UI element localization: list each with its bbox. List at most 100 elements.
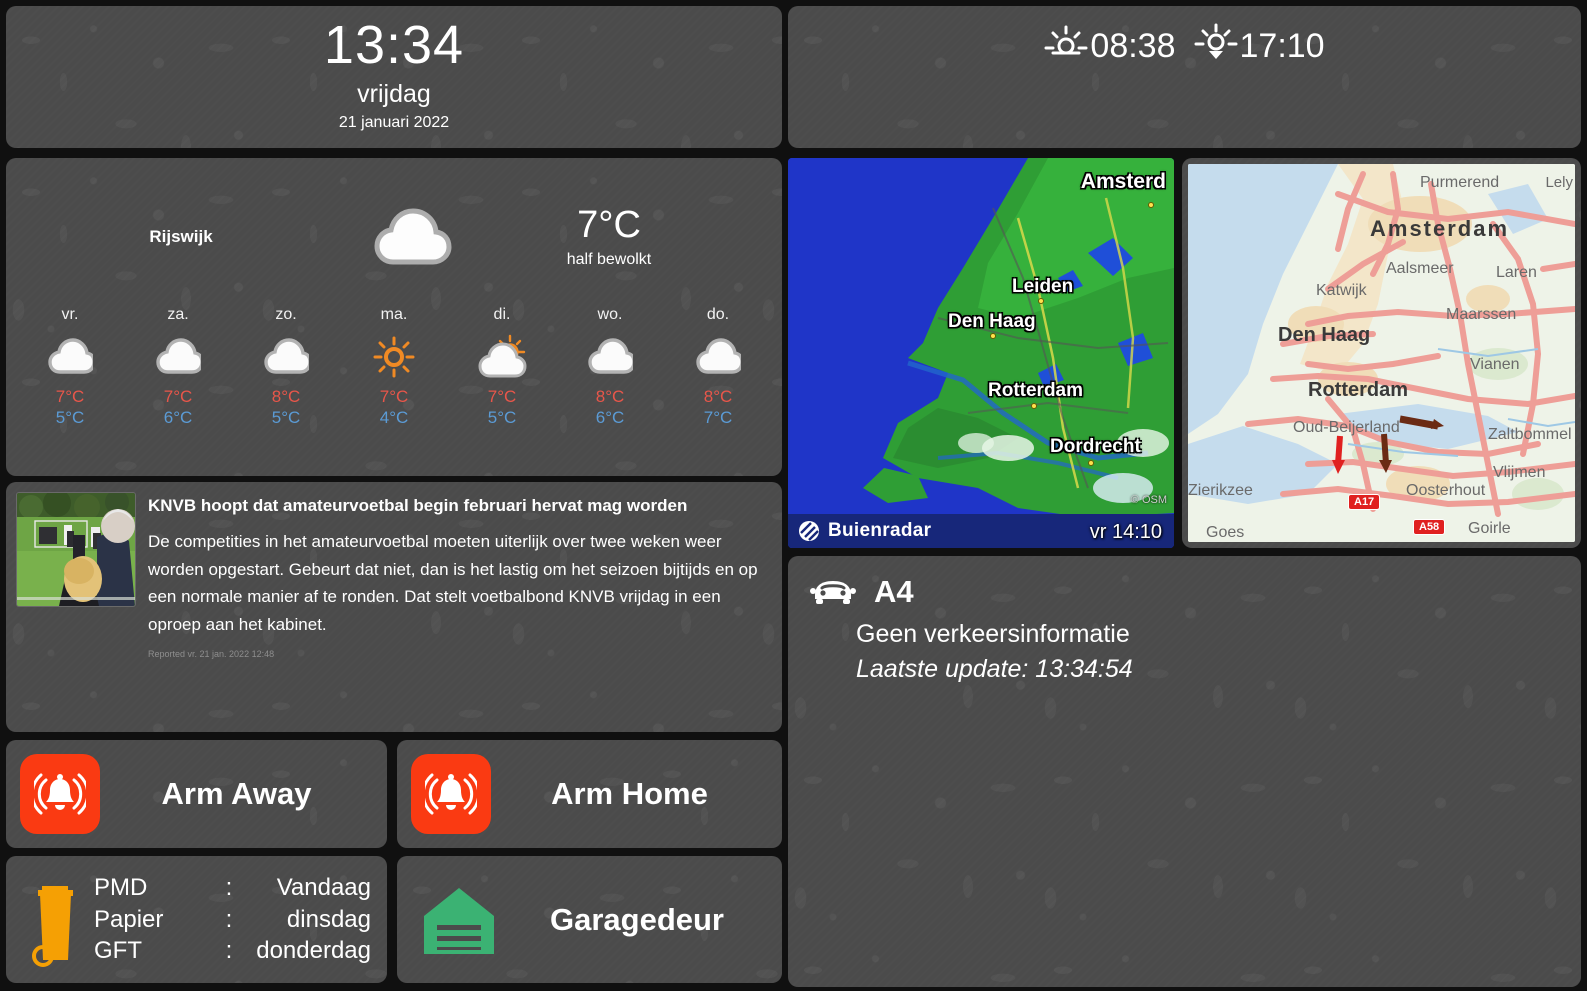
alarm-button-row: Arm Away Arm Home [6,740,782,848]
forecast-weekday: do. [706,306,730,323]
traffic-label-laren: Laren [1496,264,1537,281]
sun-icon [340,334,448,380]
forecast-weekday: zo. [275,306,297,323]
weather-description: half bewolkt [566,250,652,268]
buienradar-brand: Buienradar [828,520,932,541]
forecast-low: 5°C [271,408,301,428]
traffic-label-vlijmen: Vlijmen [1493,464,1546,481]
traffic-road-name: A4 [874,574,914,609]
radar-dot-rotterdam [1031,403,1037,409]
traffic-label-zierikzee: Zierikzee [1188,482,1253,499]
trash-separator: : [225,905,233,933]
sun-times-row: 08:38 17:10 [1044,22,1325,71]
traffic-label-goes: Goes [1206,524,1245,541]
trash-day: donderdag [256,937,371,965]
forecast-weekday: vr. [61,306,79,323]
trash-day: dinsdag [286,905,371,933]
cloud-icon [346,207,476,267]
traffic-label-rotterdam: Rotterdam [1308,379,1409,401]
trash-type: GFT [94,937,142,965]
forecast-day: zo. 8°C 5°C [232,306,340,429]
buienradar-panel[interactable]: Amsterd Leiden Den Haag Rotterdam Dordre… [788,158,1174,548]
forecast-day: do. 8°C 7°C [664,306,772,429]
traffic-label-zaltbommel: Zaltbommel [1488,426,1572,443]
trash-schedule-panel: PMD: Vandaag Papier: dinsdag GFT: donderdag [6,856,387,983]
sunrise-icon [1044,22,1088,71]
forecast-weekday: di. [493,306,511,323]
forecast-low: 6°C [163,408,193,428]
radar-city-rotterdam: Rotterdam [988,380,1084,401]
traffic-label-aalsmeer: Aalsmeer [1386,260,1454,277]
road-shield-a17: A17 [1348,494,1381,510]
traffic-label-amsterdam: Amsterdam [1370,216,1510,241]
arm-home-label: Arm Home [551,776,708,811]
radar-city-dordrecht: Dordrecht [1050,436,1141,457]
trash-day: Vandaag [276,873,371,901]
trash-schedule-row: PMD: Vandaag [94,872,377,904]
traffic-label-oud-beijerland: Oud-Beijerland [1293,419,1400,436]
forecast-weekday: ma. [380,306,408,323]
trash-schedule-row: Papier: dinsdag [94,904,377,936]
traffic-last-update: Laatste update: 13:34:54 [856,655,1133,683]
forecast-low: 5°C [487,408,517,428]
news-panel: KNVB hoopt dat amateurvoetbal begin febr… [6,482,782,732]
clock-date: 21 januari 2022 [338,114,450,132]
trash-separator: : [225,937,233,965]
garage-door-button[interactable]: Garagedeur [397,856,782,983]
osm-attribution: © OSM [1130,494,1167,506]
utility-row: PMD: Vandaag Papier: dinsdag GFT: donderdag G… [6,856,782,983]
radar-dot-den-haag [990,333,996,339]
sun-cloud-icon [448,334,556,380]
news-body: KNVB hoopt dat amateurvoetbal begin febr… [148,492,772,722]
right-column: 08:38 17:10 Amsterd Leiden Den Haag Rott… [788,6,1581,987]
forecast-day: za. 7°C 6°C [124,306,232,429]
arm-home-button[interactable]: Arm Home [397,740,782,848]
sunset-time: 17:10 [1239,27,1325,65]
forecast-day: vr. 7°C 5°C [16,306,124,429]
forecast-low: 6°C [595,408,625,428]
arm-away-button[interactable]: Arm Away [6,740,387,848]
forecast-low: 4°C [379,408,409,428]
news-text: De competities in het amateurvoetbal moe… [148,532,758,634]
trash-schedule-row: GFT: donderdag [94,935,377,967]
forecast-high: 8°C [703,387,733,406]
forecast-high: 7°C [163,387,193,406]
forecast-row: vr. 7°C 5°C za. 7°C 6°C zo. 8°C 5°C ma. 7°C 4°C di. 7… [16,306,772,429]
car-icon [810,575,856,610]
forecast-day: di. 7°C 5°C [448,306,556,429]
maps-row: Amsterd Leiden Den Haag Rotterdam Dordre… [788,158,1581,548]
forecast-day: ma. 7°C 4°C [340,306,448,429]
traffic-info-header: A4 [810,574,1559,610]
traffic-map-panel[interactable]: Purmerend Lely Amsterdam Aalsmeer Laren … [1182,158,1581,548]
forecast-weekday: za. [167,306,189,323]
sunset-icon [1194,22,1238,71]
trash-type: Papier [94,905,164,933]
trash-schedule-list: PMD: Vandaag Papier: dinsdag GFT: donderdag [94,872,377,968]
clock-panel: 13:34 vrijdag 21 januari 2022 [6,6,782,148]
trash-type: PMD [94,873,148,901]
road-shield-a58: A58 [1413,519,1446,535]
traffic-label-den-haag: Den Haag [1278,324,1371,346]
radar-city-leiden: Leiden [1012,276,1074,297]
alarm-bell-icon [20,754,100,834]
dashboard-root: 13:34 vrijdag 21 januari 2022 Rijswijk 7… [0,0,1587,991]
garage-door-icon [411,882,506,958]
forecast-weekday: wo. [597,306,623,323]
cloud-icon [232,334,340,380]
traffic-map-canvas: Purmerend Lely Amsterdam Aalsmeer Laren … [1188,164,1575,542]
trash-separator: : [225,873,233,901]
forecast-high: 8°C [595,387,625,406]
forecast-day: wo. 8°C 6°C [556,306,664,429]
arm-away-label: Arm Away [161,776,312,811]
radar-dot-leiden [1038,298,1044,304]
forecast-low: 7°C [703,408,733,428]
news-title: KNVB hoopt dat amateurvoetbal begin febr… [148,496,688,515]
radar-city-den-haag: Den Haag [948,311,1036,332]
radar-city-amsterdam: Amsterd [1080,170,1166,193]
forecast-high: 7°C [55,387,85,406]
sun-times-panel: 08:38 17:10 [788,6,1581,148]
radar-timestamp: vr 14:10 [1089,521,1162,543]
traffic-label-vianen: Vianen [1470,356,1520,373]
cloud-icon [124,334,232,380]
news-timestamp: Reported vr. 21 jan. 2022 12:48 [148,648,275,659]
